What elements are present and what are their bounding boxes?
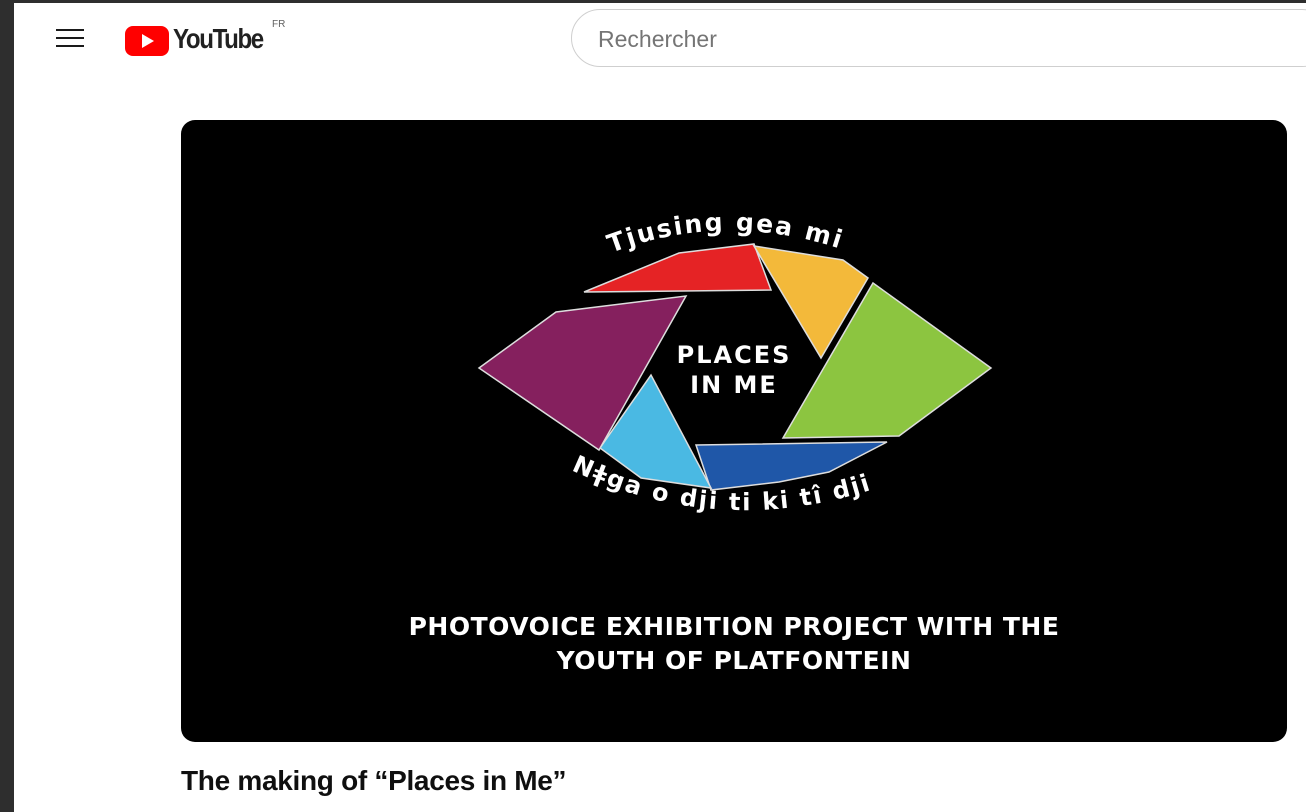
youtube-wordmark: YouTube bbox=[173, 23, 264, 54]
window-frame-left bbox=[0, 0, 14, 812]
logo-center-line1: PLACES bbox=[677, 341, 792, 369]
video-caption-line1: PHOTOVOICE EXHIBITION PROJECT WITH THE bbox=[408, 612, 1060, 641]
video-caption-line2: YOUTH OF PLATFONTEIN bbox=[556, 646, 912, 675]
search-input[interactable] bbox=[596, 22, 1280, 56]
hamburger-menu-icon[interactable] bbox=[54, 25, 86, 51]
search-box[interactable] bbox=[571, 9, 1306, 67]
logo-center-line2: IN ME bbox=[690, 371, 778, 399]
youtube-page: YouTube FR Tjusing gea mi Nǂga o dji ti … bbox=[14, 3, 1306, 812]
region-code: FR bbox=[272, 19, 286, 30]
video-title: The making of “Places in Me” bbox=[181, 765, 567, 796]
youtube-play-icon bbox=[125, 26, 169, 56]
video-player[interactable]: Tjusing gea mi Nǂga o dji ti ki tî dji P… bbox=[181, 120, 1287, 742]
